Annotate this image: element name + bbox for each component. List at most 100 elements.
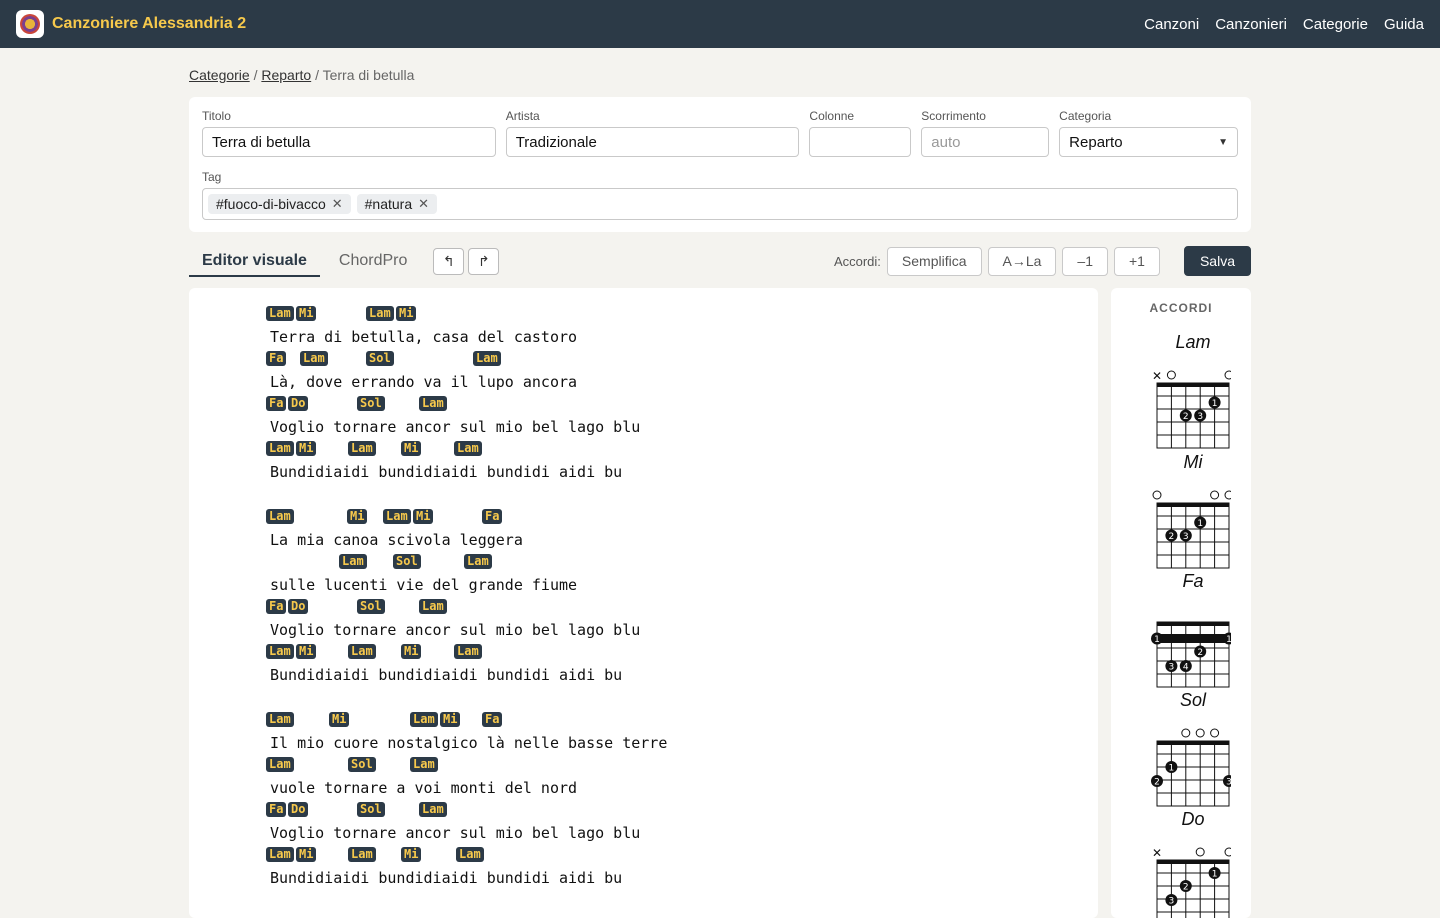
lyric-text[interactable]: Voglio tornare ancor sul mio bel lago bl… [270, 824, 640, 842]
chord-chip[interactable]: Mi [440, 712, 461, 727]
chord-chip[interactable]: Fa [266, 351, 287, 366]
chord-chip[interactable]: Sol [348, 757, 376, 772]
svg-text:2: 2 [1154, 778, 1160, 788]
chord-chip[interactable]: Lam [366, 306, 394, 321]
remove-tag-icon[interactable]: ✕ [332, 196, 343, 212]
chord-chip[interactable]: Lam [419, 599, 447, 614]
chord-chip[interactable]: Mi [296, 306, 317, 321]
breadcrumb-categorie[interactable]: Categorie [189, 67, 250, 83]
chord-chip[interactable]: Mi [296, 644, 317, 659]
chord-chip[interactable]: Lam [454, 644, 482, 659]
colonne-input[interactable] [809, 127, 912, 157]
chord-chip[interactable]: Sol [357, 802, 385, 817]
breadcrumb-reparto[interactable]: Reparto [261, 67, 311, 83]
app-logo-icon[interactable] [16, 10, 44, 38]
chord-diagram: Lam ✕ 1 2 3 [1111, 332, 1251, 449]
svg-text:1: 1 [1226, 635, 1231, 645]
chord-chip[interactable]: Mi [401, 441, 422, 456]
svg-text:✕: ✕ [1152, 846, 1162, 860]
chord-chip[interactable]: Lam [266, 509, 294, 524]
chord-chip[interactable]: Fa [266, 396, 287, 411]
lyric-text[interactable]: sulle lucenti vie del grande fiume [270, 576, 577, 594]
chord-chip[interactable]: Sol [366, 351, 394, 366]
lyric-text[interactable]: Bundidiaidi bundidiaidi bundidi aidi bu [270, 869, 622, 887]
scorrimento-input[interactable]: auto [921, 127, 1050, 157]
chord-chip[interactable]: Lam [456, 847, 484, 862]
tag-input[interactable]: #fuoco-di-bivacco ✕ #natura ✕ [202, 188, 1238, 220]
chord-chip[interactable]: Lam [464, 554, 492, 569]
chord-chip[interactable]: Mi [401, 644, 422, 659]
lyric-text[interactable]: Bundidiaidi bundidiaidi bundidi aidi bu [270, 666, 622, 684]
tab-editor-visuale[interactable]: Editor visuale [189, 246, 320, 277]
save-button[interactable]: Salva [1183, 246, 1251, 276]
chord-chip[interactable]: Lam [348, 644, 376, 659]
chord-chip[interactable]: Mi [296, 441, 317, 456]
lyric-text[interactable]: Il mio cuore nostalgico là nelle basse t… [270, 734, 667, 752]
tab-chordpro[interactable]: ChordPro [326, 246, 420, 276]
lyric-text[interactable]: La mia canoa scivola leggera [270, 531, 523, 549]
svg-text:1: 1 [1212, 870, 1218, 880]
chord-chip[interactable]: Lam [266, 441, 294, 456]
chord-chip[interactable]: Lam [339, 554, 367, 569]
semplifica-button[interactable]: Semplifica [886, 246, 982, 276]
transpose-down-button[interactable]: –1 [1062, 246, 1108, 276]
chord-chip[interactable]: Lam [266, 757, 294, 772]
chord-chip[interactable]: Lam [410, 757, 438, 772]
visual-editor[interactable]: Lam Mi Lam Mi Terra di betulla, casa del cas… [189, 288, 1098, 918]
chord-chip[interactable]: Do [288, 396, 309, 411]
lyric-text[interactable]: Voglio tornare ancor sul mio bel lago bl… [270, 418, 640, 436]
chord-chip[interactable]: Lam [419, 396, 447, 411]
chord-chip[interactable]: Mi [413, 509, 434, 524]
chord-chip[interactable]: Lam [454, 441, 482, 456]
chord-chip[interactable]: Lam [410, 712, 438, 727]
chord-chip[interactable]: Lam [300, 351, 328, 366]
chord-chip[interactable]: Mi [329, 712, 350, 727]
nav-guida[interactable]: Guida [1384, 16, 1424, 33]
chord-chip[interactable]: Sol [393, 554, 421, 569]
remove-tag-icon[interactable]: ✕ [418, 196, 429, 212]
chord-chip[interactable]: Mi [401, 847, 422, 862]
chord-chip[interactable]: Lam [473, 351, 501, 366]
lyric-text[interactable]: Voglio tornare ancor sul mio bel lago bl… [270, 621, 640, 639]
chord-chip[interactable]: Mi [296, 847, 317, 862]
nav-canzonieri[interactable]: Canzonieri [1215, 16, 1287, 33]
nav-categorie[interactable]: Categorie [1303, 16, 1368, 33]
chord-chip[interactable]: Lam [266, 712, 294, 727]
lyric-text[interactable]: Là, dove errando va il lupo ancora [270, 373, 577, 391]
app-title[interactable]: Canzoniere Alessandria 2 [52, 15, 246, 33]
titolo-input[interactable]: Terra di betulla [202, 127, 496, 157]
chord-chip[interactable]: Sol [357, 599, 385, 614]
chord-chip[interactable]: Lam [266, 847, 294, 862]
nav-canzoni[interactable]: Canzoni [1144, 16, 1199, 33]
categoria-selected-value: Reparto [1069, 133, 1123, 151]
chord-chip[interactable]: Fa [482, 712, 503, 727]
chord-chip[interactable]: Fa [482, 509, 503, 524]
chord-diagram: Do ✕ 1 2 3 [1111, 809, 1251, 918]
artista-input[interactable]: Tradizionale [505, 127, 800, 157]
chord-chip[interactable]: Lam [419, 802, 447, 817]
chord-chip[interactable]: Lam [266, 306, 294, 321]
lyric-text[interactable]: Terra di betulla, casa del castoro [270, 328, 577, 346]
chord-sidebar: ACCORDI Lam ✕ 1 2 3 Mi 1 2 3 Fa 1 1 2 3 … [1111, 288, 1251, 918]
chord-chip[interactable]: Lam [348, 441, 376, 456]
chord-chip[interactable]: Do [288, 599, 309, 614]
chord-chip[interactable]: Lam [348, 847, 376, 862]
lyric-text[interactable]: Bundidiaidi bundidiaidi bundidi aidi bu [270, 463, 622, 481]
chord-chip[interactable]: Fa [266, 599, 287, 614]
undo-button[interactable]: ↰ [433, 247, 465, 275]
chord-chip[interactable]: Do [288, 802, 309, 817]
chord-chip[interactable]: Lam [266, 644, 294, 659]
chord-chip[interactable]: Mi [396, 306, 417, 321]
chord-chip[interactable]: Lam [383, 509, 411, 524]
chord-chip[interactable]: Mi [347, 509, 368, 524]
redo-button[interactable]: ↱ [468, 247, 500, 275]
svg-text:3: 3 [1197, 412, 1203, 422]
chord-chip[interactable]: Sol [357, 396, 385, 411]
chord-diagram-name: Lam [1175, 332, 1211, 352]
chord-chip[interactable]: Fa [266, 802, 287, 817]
categoria-select[interactable]: Reparto ▼ [1059, 127, 1238, 157]
transpose-up-button[interactable]: +1 [1114, 246, 1160, 276]
notation-toggle-button[interactable]: A→La [987, 246, 1057, 276]
svg-text:1: 1 [1212, 399, 1218, 409]
lyric-text[interactable]: vuole tornare a voi monti del nord [270, 779, 577, 797]
